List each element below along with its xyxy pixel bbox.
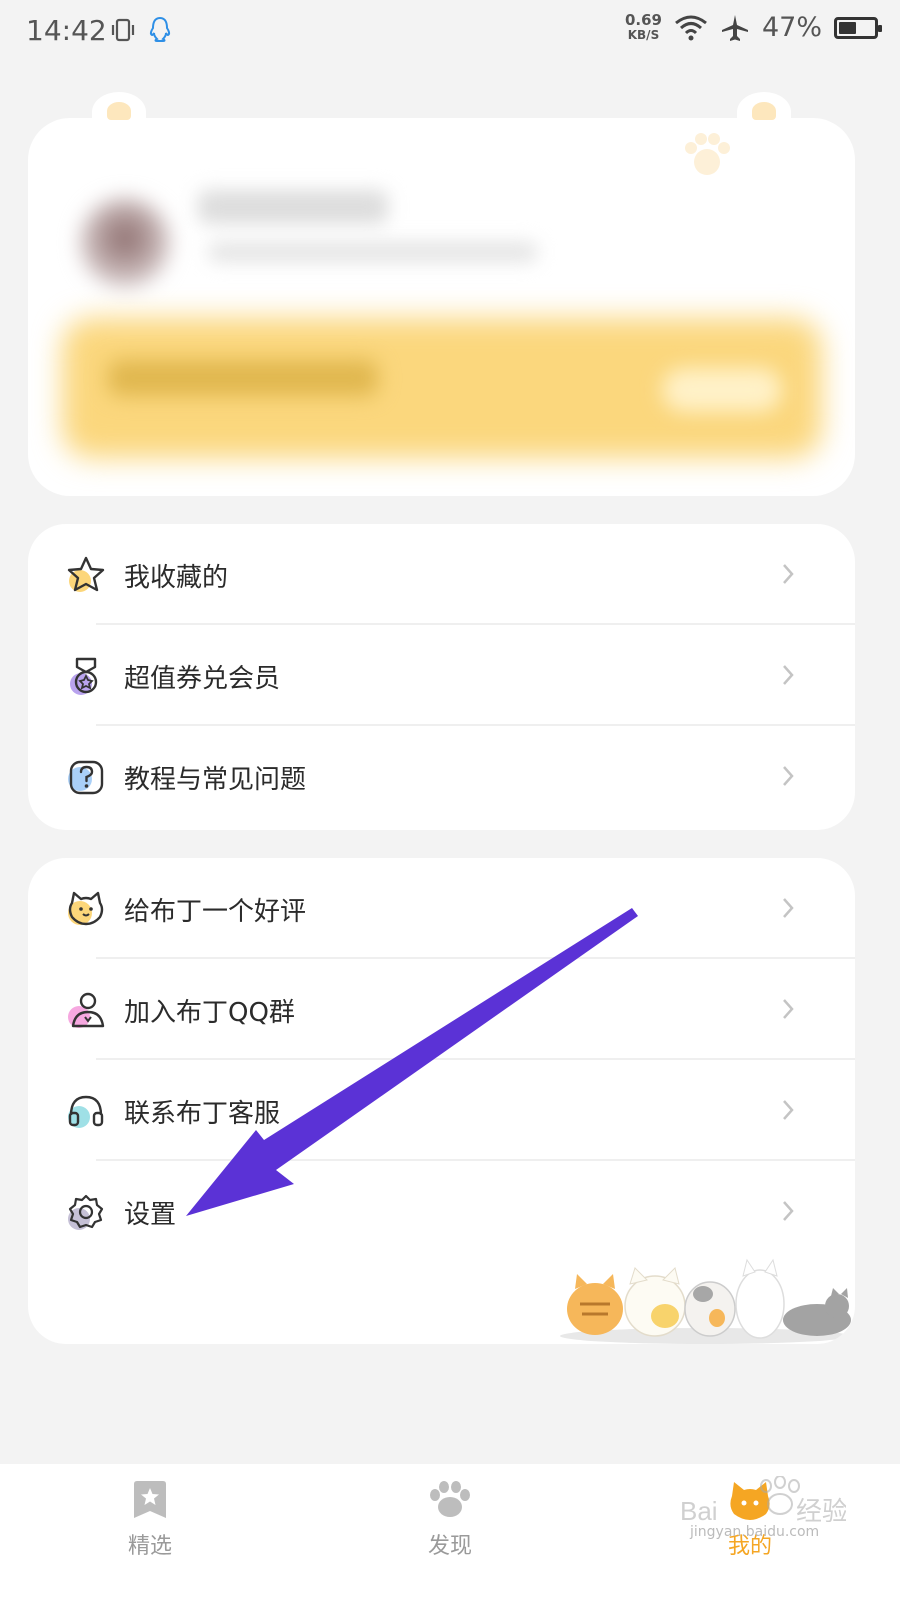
menu-section-2: 给布丁一个好评 加入布丁QQ群 联系布丁客服 设置	[28, 858, 855, 1344]
status-bar: 14:42 0.69 KB/S 47%	[0, 0, 900, 64]
user-group-icon	[68, 992, 105, 1028]
menu-item-rate-app[interactable]: 给布丁一个好评	[28, 858, 855, 959]
cat-orange	[567, 1274, 623, 1335]
paw-decoration-icon	[685, 133, 730, 175]
cat-white-fluffy	[735, 1258, 785, 1339]
chevron-right-icon	[783, 564, 794, 584]
chevron-right-icon	[783, 999, 794, 1019]
tab-featured[interactable]: 精选	[80, 1478, 220, 1588]
menu-item-label: 设置	[124, 1200, 177, 1230]
menu-item-join-qq-group[interactable]: 加入布丁QQ群	[28, 959, 855, 1060]
menu-item-redeem-vip[interactable]: 超值券兑会员	[28, 625, 855, 726]
vip-banner-text-blurred	[108, 360, 378, 396]
chevron-right-icon	[783, 898, 794, 918]
watermark-text: jingyan.baidu.com	[690, 1524, 820, 1540]
status-right: 0.69 KB/S 47%	[624, 10, 882, 43]
status-left-icons	[110, 16, 172, 44]
net-speed-value: 0.69	[624, 10, 662, 29]
cat-ear-right	[737, 92, 791, 132]
question-icon	[68, 760, 104, 795]
chevron-right-icon	[783, 766, 794, 786]
net-speed: 0.69 KB/S	[624, 10, 662, 43]
svg-text:Bai: Bai	[680, 1496, 718, 1526]
profile-card[interactable]	[28, 92, 855, 496]
star-icon	[67, 556, 105, 592]
baidu-jingyan-logo: Bai 经验	[680, 1476, 846, 1526]
cat-calico	[624, 1267, 686, 1337]
menu-item-label: 给布丁一个好评	[124, 897, 307, 927]
airplane-mode-icon	[721, 14, 748, 41]
cats-illustration	[560, 1258, 851, 1344]
menu-item-label: 超值券兑会员	[124, 664, 281, 694]
vip-banner-button[interactable]	[662, 368, 782, 412]
svg-text:经验: 经验	[796, 1496, 846, 1526]
tab-discover[interactable]: 发现	[380, 1478, 520, 1588]
paw-icon	[430, 1481, 470, 1517]
avatar[interactable]	[80, 198, 170, 288]
menu-item-label: 联系布丁客服	[124, 1099, 281, 1129]
bookmark-star-icon	[134, 1481, 166, 1518]
menu-item-contact-support[interactable]: 联系布丁客服	[28, 1060, 855, 1161]
cat-tabby-gray	[684, 1281, 736, 1337]
vibrate-icon	[111, 18, 135, 42]
battery-percent: 47%	[761, 12, 822, 43]
net-speed-unit: KB/S	[627, 27, 660, 42]
menu-section-1: 我收藏的 超值券兑会员 教程与常见问题	[28, 524, 855, 830]
wifi-icon	[675, 15, 707, 40]
menu-item-favorites[interactable]: 我收藏的	[28, 524, 855, 625]
user-subtitle-blurred	[208, 242, 538, 262]
battery-icon	[834, 16, 882, 39]
menu-item-settings[interactable]: 设置	[28, 1161, 855, 1262]
chevron-right-icon	[783, 1201, 794, 1221]
status-time: 14:42	[26, 14, 107, 47]
menu-item-label: 加入布丁QQ群	[124, 998, 295, 1028]
qq-icon	[149, 16, 171, 42]
menu-item-tutorial-faq[interactable]: 教程与常见问题	[28, 726, 855, 827]
headset-icon	[68, 1095, 104, 1128]
menu-item-label: 我收藏的	[124, 563, 229, 593]
cat-ear-left	[92, 92, 146, 132]
cat-face-icon	[68, 891, 104, 926]
username-blurred	[198, 190, 388, 224]
tab-label: 精选	[127, 1534, 172, 1559]
chevron-right-icon	[783, 665, 794, 685]
menu-item-label: 教程与常见问题	[124, 765, 307, 795]
chevron-right-icon	[783, 1100, 794, 1120]
cat-gray-lying	[783, 1288, 851, 1336]
gear-icon	[68, 1194, 104, 1230]
medal-icon	[70, 657, 98, 695]
tab-label: 发现	[427, 1534, 472, 1559]
